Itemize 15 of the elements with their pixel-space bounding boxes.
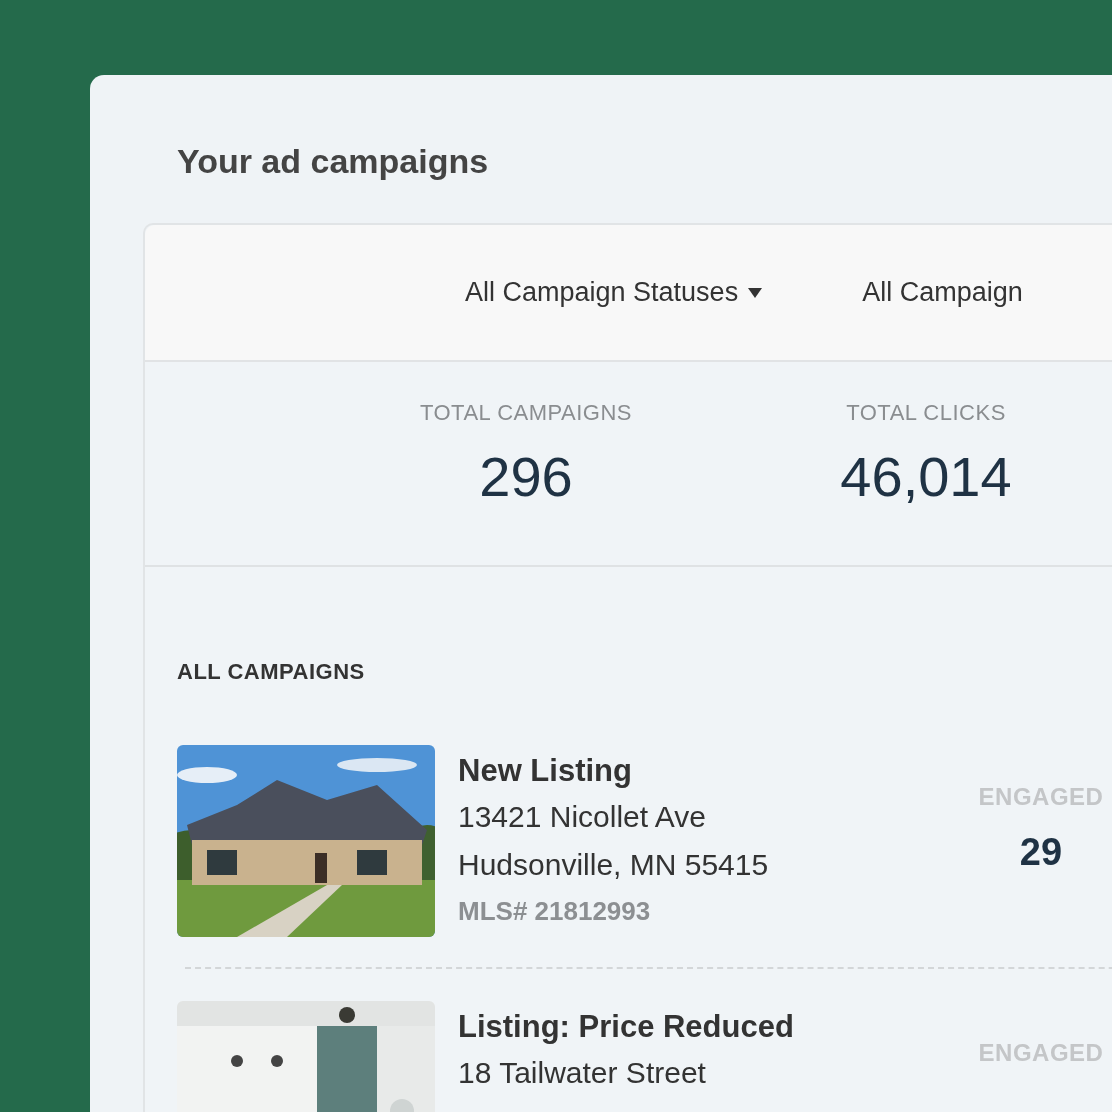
mls-number: MLS# 21812993: [458, 895, 652, 928]
campaign-title[interactable]: New Listing: [458, 749, 948, 793]
campaign-title[interactable]: Listing: Price Reduced: [458, 1005, 948, 1049]
engaged-count: 29: [1018, 831, 1064, 874]
address-line: 18 Tailwater Street: [458, 1055, 707, 1091]
stat-value: 296: [478, 444, 574, 509]
stat-label: TOTAL CAMPAIGNS: [418, 400, 634, 426]
stat-label: TOTAL CLICKS: [845, 400, 1007, 426]
filter-dropdown[interactable]: All Campaign: [862, 277, 1023, 308]
section-heading: ALL CAMPAIGNS: [177, 659, 366, 685]
stat-value: 46,014: [839, 444, 1013, 509]
page-title: Your ad campaigns: [177, 141, 490, 182]
filter-dropdown[interactable]: All Campaign Statuses: [465, 277, 763, 308]
address-line: Hudsonville, MN 55415: [458, 847, 770, 883]
address-line: 13421 Nicollet Ave: [458, 799, 707, 835]
